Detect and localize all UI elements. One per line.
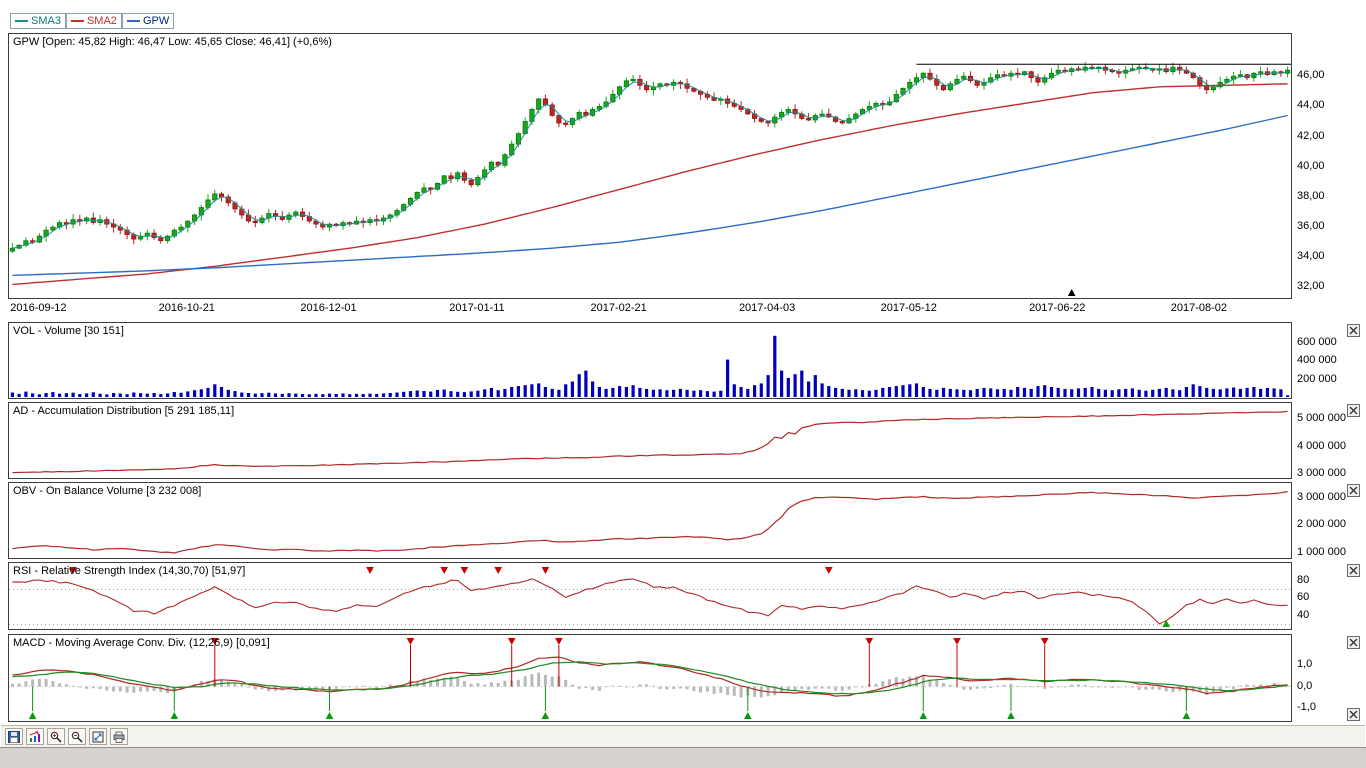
export-image-icon <box>29 730 40 742</box>
fit-view-icon <box>92 731 104 742</box>
rsi-panel: RSI - Relative Strength Index (14,30,70)… <box>8 562 1292 630</box>
zoom-in-button[interactable] <box>47 728 65 745</box>
export-image-button[interactable] <box>26 728 44 745</box>
close-icon <box>1349 710 1358 719</box>
ad-line-canvas[interactable] <box>9 403 1291 478</box>
y-axis-label: 3 000 000 <box>1297 491 1346 503</box>
sma3-line-swatch-icon <box>15 20 28 22</box>
zoom-in-icon <box>50 731 62 743</box>
y-axis-label: 40,00 <box>1297 159 1325 172</box>
y-axis-label: 80 <box>1297 573 1310 586</box>
close-ad-panel-button[interactable] <box>1347 404 1360 417</box>
close-rsi-panel-button[interactable] <box>1347 564 1360 577</box>
accumulation-distribution-panel: AD - Accumulation Distribution [5 291 18… <box>8 402 1292 479</box>
close-icon <box>1349 566 1358 575</box>
y-axis-label: 400 000 <box>1297 354 1337 367</box>
gpw-line-swatch-icon <box>126 20 140 22</box>
y-axis-label: 1 000 000 <box>1297 545 1346 558</box>
x-axis-date-label: 2017-01-11 <box>449 302 505 314</box>
y-axis-label: 1,0 <box>1297 658 1313 671</box>
print-icon <box>113 731 125 743</box>
charting-application: SMA3 SMA2 GPW GPW [Open: 45,82 High: 46,… <box>0 0 1366 748</box>
y-axis-label: 34,00 <box>1297 250 1325 263</box>
print-button[interactable] <box>110 728 128 745</box>
legend-item-sma2[interactable]: SMA2 <box>65 13 122 29</box>
y-axis-label: 4 000 000 <box>1297 439 1346 452</box>
on-balance-volume-panel: OBV - On Balance Volume [3 232 008] <box>8 482 1292 559</box>
x-axis-date-label: 2017-05-12 <box>880 302 937 314</box>
volume-bars-canvas[interactable] <box>9 323 1291 398</box>
macd-canvas[interactable] <box>9 635 1291 721</box>
bottom-toolbar <box>1 725 1365 747</box>
y-axis-label: 3 000 000 <box>1297 466 1346 479</box>
y-axis-label: 2 000 000 <box>1297 518 1346 531</box>
close-icon <box>1349 638 1358 647</box>
macd-panel: MACD - Moving Average Conv. Div. (12,26,… <box>8 634 1292 722</box>
close-volume-panel-button[interactable] <box>1347 324 1360 337</box>
price-candlestick-canvas[interactable] <box>9 34 1291 298</box>
legend: SMA3 SMA2 GPW <box>10 13 175 29</box>
x-axis-date-label: 2017-08-02 <box>1170 302 1228 314</box>
y-axis-label: 5 000 000 <box>1297 412 1346 425</box>
close-lower-panel-button[interactable] <box>1347 708 1360 721</box>
x-axis-date-label: 2016-12-01 <box>300 302 357 314</box>
obv-line-canvas[interactable] <box>9 483 1291 558</box>
rsi-line-canvas[interactable] <box>9 563 1291 629</box>
save-button[interactable] <box>5 728 23 745</box>
price-panel: GPW [Open: 45,82 High: 46,47 Low: 45,65 … <box>8 33 1292 299</box>
save-icon <box>8 730 20 743</box>
close-icon <box>1349 326 1358 335</box>
y-axis-label: 200 000 <box>1297 372 1337 385</box>
legend-item-sma3[interactable]: SMA3 <box>10 13 66 29</box>
zoom-out-icon <box>71 731 83 743</box>
x-axis-date-label: 2016-10-21 <box>158 302 215 314</box>
x-axis-date-label: 2017-06-22 <box>1029 302 1086 314</box>
y-axis-label: 32,00 <box>1297 280 1325 293</box>
legend-label-sma3: SMA3 <box>31 15 61 27</box>
close-obv-panel-button[interactable] <box>1347 484 1360 497</box>
legend-label-gpw: GPW <box>142 15 170 27</box>
y-axis-label: 40 <box>1297 608 1310 621</box>
legend-item-gpw[interactable]: GPW <box>121 13 175 29</box>
close-icon <box>1349 486 1358 495</box>
close-icon <box>1349 406 1358 415</box>
y-axis-label: 60 <box>1297 591 1310 604</box>
legend-label-sma2: SMA2 <box>86 15 117 27</box>
x-axis-date-label: 2016-09-12 <box>10 302 67 314</box>
y-axis-label: 42,00 <box>1297 129 1325 142</box>
x-axis-date-label: 2017-04-03 <box>738 302 796 314</box>
x-axis-date-label: 2017-02-21 <box>590 302 647 314</box>
y-axis-label: 0,0 <box>1297 679 1313 692</box>
y-axis-label: -1,0 <box>1297 701 1316 714</box>
volume-panel: VOL - Volume [30 151] <box>8 322 1292 399</box>
close-macd-panel-button[interactable] <box>1347 636 1360 649</box>
y-axis-label: 46,00 <box>1297 69 1325 82</box>
sma2-line-swatch-icon <box>70 20 84 22</box>
y-axis-label: 44,00 <box>1297 99 1325 112</box>
fit-view-button[interactable] <box>89 728 107 745</box>
y-axis-label: 36,00 <box>1297 220 1325 233</box>
zoom-out-button[interactable] <box>68 728 86 745</box>
y-axis-label: 38,00 <box>1297 189 1325 202</box>
y-axis-label: 600 000 <box>1297 336 1337 349</box>
